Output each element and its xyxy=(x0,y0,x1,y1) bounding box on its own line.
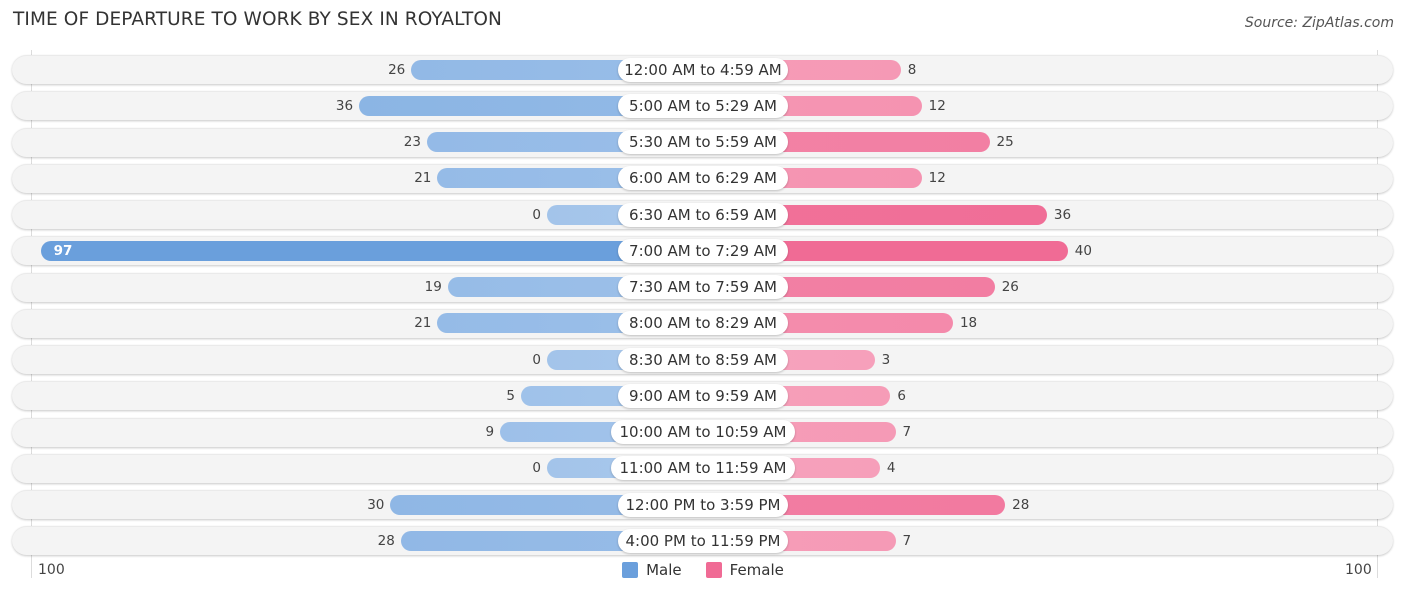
female-value-label: 26 xyxy=(1001,279,1019,295)
female-value-label: 7 xyxy=(902,424,912,440)
category-label: 6:30 AM to 6:59 AM xyxy=(618,202,788,227)
category-label: 7:00 AM to 7:29 AM xyxy=(618,238,788,263)
female-value-label: 12 xyxy=(928,97,946,114)
male-value-label: 0 xyxy=(532,206,541,223)
male-value-label: 30 xyxy=(367,496,385,513)
female-value-label: 4 xyxy=(886,460,896,477)
category-label: 6:00 AM to 6:29 AM xyxy=(618,166,788,191)
category-label: 5:30 AM to 5:59 AM xyxy=(618,130,788,154)
category-label: 8:00 AM to 8:29 AM xyxy=(618,311,788,336)
legend-item-female[interactable]: Female xyxy=(705,561,784,579)
legend: Male Female xyxy=(0,561,1406,579)
female-value-label: 7 xyxy=(902,532,912,549)
category-label: 9:00 AM to 9:59 AM xyxy=(618,383,788,408)
category-label: 7:30 AM to 7:59 AM xyxy=(618,275,788,299)
chart-title: TIME OF DEPARTURE TO WORK BY SEX IN ROYA… xyxy=(13,9,502,30)
female-value-label: 36 xyxy=(1053,206,1072,223)
male-value-label: 5 xyxy=(506,387,515,404)
male-value-label: 23 xyxy=(403,134,421,150)
male-swatch-icon xyxy=(622,562,639,578)
category-label: 8:30 AM to 8:59 AM xyxy=(618,347,788,372)
female-value-label: 25 xyxy=(996,134,1014,150)
male-value-label: 26 xyxy=(388,61,406,78)
legend-label-male: Male xyxy=(646,561,682,579)
category-label: 5:00 AM to 5:29 AM xyxy=(618,93,788,118)
male-value-label: 0 xyxy=(532,460,541,477)
female-swatch-icon xyxy=(705,562,722,578)
category-label: 4:00 PM to 11:59 PM xyxy=(618,528,788,553)
female-value-label: 3 xyxy=(881,351,891,368)
category-label: 12:00 PM to 3:59 PM xyxy=(618,492,788,517)
female-value-label: 6 xyxy=(897,387,906,404)
female-value-label: 8 xyxy=(907,61,917,78)
male-value-label: 9 xyxy=(485,424,495,440)
male-value-label: 97 xyxy=(53,242,73,259)
source-credit: Source: ZipAtlas.com xyxy=(1244,15,1394,31)
female-value-label: 12 xyxy=(928,170,946,187)
legend-item-male[interactable]: Male xyxy=(622,561,682,579)
male-value-label: 0 xyxy=(532,351,541,368)
male-value-label: 28 xyxy=(377,532,395,549)
category-label: 10:00 AM to 10:59 AM xyxy=(611,420,795,444)
male-value-label: 21 xyxy=(414,315,432,332)
category-label: 12:00 AM to 4:59 AM xyxy=(618,57,788,82)
male-value-label: 36 xyxy=(335,97,354,114)
female-value-label: 28 xyxy=(1012,496,1030,513)
male-value-label: 21 xyxy=(414,170,432,187)
male-value-label: 19 xyxy=(424,279,442,295)
female-value-label: 18 xyxy=(959,315,978,332)
legend-label-female: Female xyxy=(729,561,784,579)
male-bar[interactable] xyxy=(40,240,703,261)
category-label: 11:00 AM to 11:59 AM xyxy=(611,456,795,481)
female-value-label: 40 xyxy=(1074,242,1092,259)
